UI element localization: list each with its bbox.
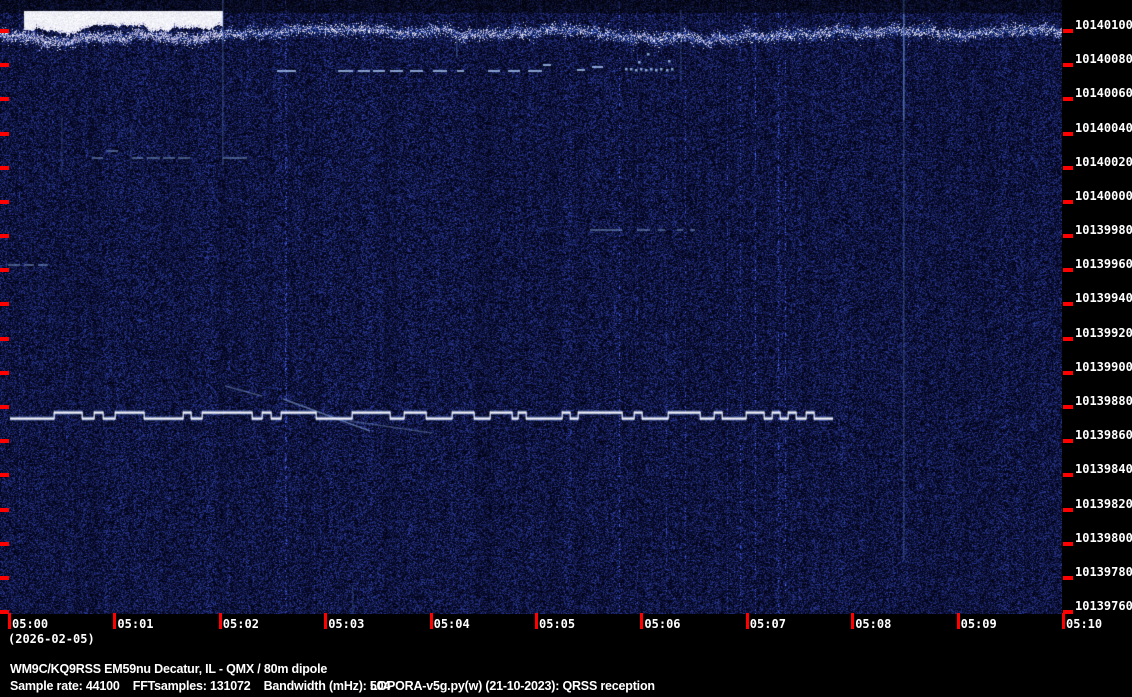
time-tick: [851, 613, 855, 629]
freq-axis-label: 10140080: [1075, 52, 1132, 67]
freq-axis-label: 10139860: [1075, 428, 1132, 443]
spectrogram-canvas: [0, 0, 1062, 614]
freq-tick-right: [1063, 234, 1073, 239]
freq-axis-label: 10140060: [1075, 86, 1132, 101]
freq-tick-left: [0, 575, 9, 580]
freq-tick-right: [1063, 97, 1073, 102]
freq-tick-right: [1063, 541, 1073, 546]
freq-tick-right: [1063, 439, 1073, 444]
freq-tick-left: [0, 199, 9, 204]
freq-tick-left: [0, 404, 9, 409]
time-axis-label: 05:08: [855, 617, 892, 631]
time-axis-label: 05:07: [749, 617, 786, 631]
time-axis-label: 05:02: [222, 617, 259, 631]
freq-axis-label: 10139820: [1075, 496, 1132, 511]
station-info-text: WM9C/KQ9RSS EM59nu Decatur, IL - QMX / 8…: [10, 662, 328, 676]
time-axis-label: 05:05: [539, 617, 576, 631]
time-tick: [113, 613, 117, 629]
freq-tick-left: [0, 370, 9, 375]
freq-axis-label: 10139900: [1075, 359, 1132, 374]
time-axis-label: 05:04: [433, 617, 470, 631]
freq-axis-label: 10140000: [1075, 188, 1132, 203]
freq-tick-left: [0, 131, 9, 136]
time-tick: [429, 613, 433, 629]
freq-tick-right: [1063, 575, 1073, 580]
freq-tick-right: [1063, 336, 1073, 341]
time-tick: [8, 613, 11, 629]
time-tick: [324, 613, 328, 629]
time-tick: [535, 613, 538, 629]
freq-tick-right: [1063, 63, 1073, 68]
freq-axis-label: 10139840: [1075, 462, 1132, 477]
freq-tick-left: [0, 439, 9, 444]
time-axis-label: 05:00: [12, 617, 49, 631]
time-tick: [956, 613, 960, 629]
freq-tick-right: [1063, 507, 1073, 512]
freq-tick-left: [0, 336, 9, 341]
freq-tick-right: [1063, 131, 1073, 136]
freq-tick-right: [1063, 302, 1073, 307]
settings-info-text: Sample rate: 44100 FFTsamples: 131072 Ba…: [10, 679, 391, 693]
time-tick: [1062, 613, 1065, 629]
freq-axis-label: 10139940: [1075, 291, 1132, 306]
freq-tick-left: [0, 473, 9, 478]
freq-axis-label: 10139780: [1075, 564, 1132, 579]
time-tick: [745, 613, 749, 629]
freq-tick-left: [0, 63, 9, 68]
freq-tick-left: [0, 541, 9, 546]
freq-tick-left: [0, 29, 9, 33]
freq-axis-label: 10139760: [1075, 599, 1132, 614]
freq-tick-right: [1063, 199, 1073, 204]
freq-tick-right: [1063, 268, 1073, 273]
time-axis-label: 05:01: [117, 617, 154, 631]
freq-tick-right: [1063, 29, 1073, 33]
freq-tick-right: [1063, 404, 1073, 409]
app-version-text: LOPORA-v5g.py(w) (21-10-2023): QRSS rece…: [370, 679, 655, 693]
time-axis-label: 05:03: [328, 617, 365, 631]
date-label: (2026-02-05): [8, 632, 95, 646]
freq-tick-left: [0, 507, 9, 512]
freq-tick-left: [0, 234, 9, 239]
freq-tick-right: [1063, 370, 1073, 375]
freq-axis-label: 10139920: [1075, 325, 1132, 340]
freq-tick-left: [0, 165, 9, 170]
time-axis-label: 05:09: [960, 617, 997, 631]
freq-axis-label: 10140100: [1075, 18, 1132, 32]
freq-axis-label: 10140040: [1075, 120, 1132, 135]
freq-axis-label: 10139960: [1075, 257, 1132, 272]
freq-axis-label: 10139980: [1075, 223, 1132, 238]
time-axis-label: 05:10: [1066, 617, 1103, 631]
freq-tick-left: [0, 268, 9, 273]
time-tick: [218, 613, 222, 629]
freq-tick-right: [1063, 473, 1073, 478]
freq-axis-label: 10140020: [1075, 154, 1132, 169]
time-tick: [640, 613, 644, 629]
freq-tick-left: [0, 302, 9, 307]
time-axis-label: 05:06: [644, 617, 681, 631]
lopora-qrss-grabber-window: 10140100 10140080 10140060 10140040 10140020…: [0, 0, 1132, 697]
freq-axis-label: 10139800: [1075, 530, 1132, 545]
freq-tick-right: [1063, 165, 1073, 170]
freq-tick-left: [0, 97, 9, 102]
freq-axis-label: 10139880: [1075, 393, 1132, 408]
